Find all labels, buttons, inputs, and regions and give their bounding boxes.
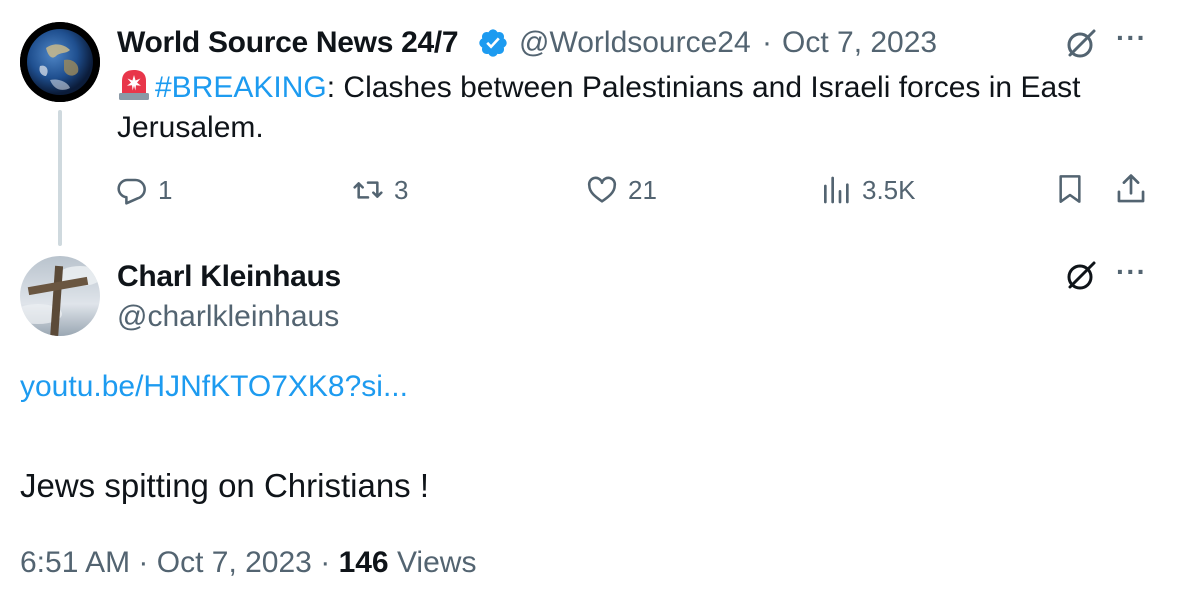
views-label: Views <box>396 546 477 579</box>
share-icon[interactable] <box>1114 172 1148 206</box>
reply-count: 1 <box>158 174 173 205</box>
retweet-icon <box>353 181 383 199</box>
retweet-button[interactable]: 3 <box>352 172 408 208</box>
reply-button[interactable]: 1 <box>116 172 172 208</box>
grok-icon[interactable] <box>1064 26 1098 60</box>
parent-tweet-text: #BREAKING: Clashes between Palestinians … <box>117 68 1127 148</box>
reply-icon <box>117 178 146 205</box>
separator-dot: · <box>762 26 772 59</box>
more-options-icon[interactable]: ··· <box>1116 22 1147 54</box>
avatar-charl-kleinhaus[interactable] <box>20 256 100 336</box>
tweet-date[interactable]: Oct 7, 2023 <box>157 546 312 579</box>
author-handle[interactable]: @charlkleinhaus <box>117 300 339 334</box>
parent-handle[interactable]: @Worldsource24 <box>519 26 751 60</box>
hashtag-breaking[interactable]: #BREAKING <box>155 71 327 104</box>
siren-emoji-icon <box>119 70 149 100</box>
parent-display-name[interactable]: World Source News 24/7 <box>117 26 459 60</box>
verified-badge-icon[interactable] <box>477 27 509 59</box>
like-icon <box>587 176 617 203</box>
grok-icon[interactable] <box>1064 258 1098 292</box>
views-icon <box>824 176 849 204</box>
like-button[interactable]: 21 <box>586 172 657 208</box>
parent-date[interactable]: Oct 7, 2023 <box>782 26 937 60</box>
author-display-name[interactable]: Charl Kleinhaus <box>117 260 341 294</box>
tweet-time[interactable]: 6:51 AM <box>20 546 130 579</box>
views-count: 3.5K <box>862 174 916 205</box>
avatar-world-source-news[interactable] <box>20 22 100 102</box>
like-count: 21 <box>628 174 657 205</box>
more-options-icon[interactable]: ··· <box>1116 256 1147 288</box>
youtube-link[interactable]: youtu.be/HJNfKTO7XK8?si... <box>20 370 408 404</box>
retweet-count: 3 <box>394 174 409 205</box>
tweet-body-text: Jews spitting on Christians ! <box>20 467 430 504</box>
bookmark-icon[interactable] <box>1054 172 1086 206</box>
earth-avatar-image <box>20 22 100 102</box>
separator-dot: · <box>320 546 331 579</box>
views-count: 146 <box>338 546 389 579</box>
views-button[interactable]: 3.5K <box>820 172 916 208</box>
cross-avatar-image <box>20 256 100 336</box>
separator-dot: · <box>138 546 149 579</box>
tweet-metadata: 6:51 AM · Oct 7, 2023 · 146 Views <box>20 546 476 580</box>
thread-connector-line <box>58 110 62 246</box>
